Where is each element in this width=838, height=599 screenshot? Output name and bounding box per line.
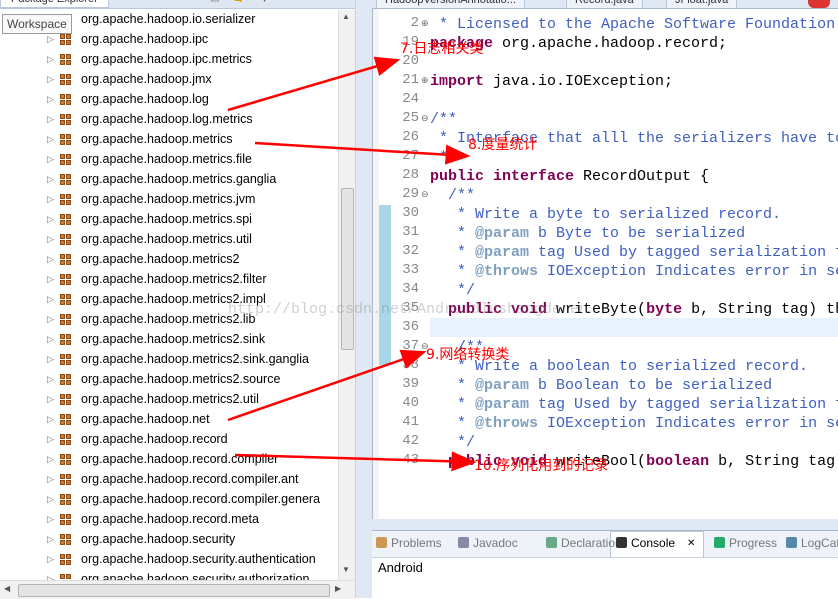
watermark: http://blog.csdn.net/Androidlushangderen	[228, 301, 589, 318]
arrow-log	[227, 56, 401, 112]
arrow-record	[234, 451, 477, 472]
annotation-arrows	[227, 56, 477, 472]
annotation-record: 10.序列化用到的记录	[474, 458, 609, 474]
arrow-metrics	[254, 141, 471, 165]
annotation-log: 7.日志相关类	[400, 41, 484, 57]
annotation-net: 9.网络转换类	[426, 347, 510, 363]
arrow-net	[227, 349, 427, 422]
annotation-metrics: 8.度量统计	[468, 137, 538, 153]
